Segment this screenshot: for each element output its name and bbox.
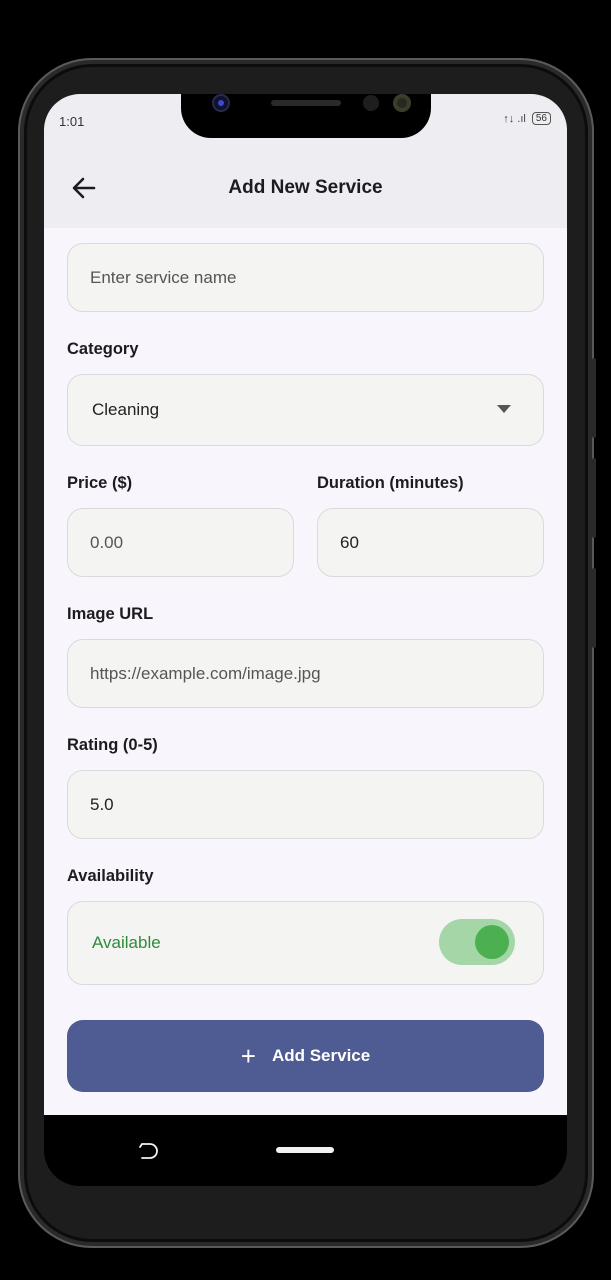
- rating-value: 5.0: [90, 794, 114, 814]
- image-url-input[interactable]: https://example.com/image.jpg: [67, 639, 544, 708]
- proximity-sensor: [363, 95, 379, 111]
- availability-status: Available: [92, 933, 161, 952]
- toggle-knob: [475, 925, 509, 959]
- signal-icon: ↑↓ .ıl: [503, 112, 526, 125]
- price-label: Price ($): [67, 474, 133, 492]
- home-pill[interactable]: [276, 1147, 334, 1153]
- power-button: [592, 568, 596, 648]
- category-label: Category: [67, 340, 139, 358]
- front-camera-icon: [214, 96, 228, 110]
- system-nav-bar: [44, 1115, 567, 1186]
- category-selected-value: Cleaning: [92, 400, 160, 419]
- rating-label: Rating (0-5): [67, 736, 158, 754]
- dropdown-arrow-icon: [497, 405, 511, 413]
- image-url-placeholder: https://example.com/image.jpg: [90, 663, 321, 683]
- status-time: 1:01: [59, 114, 85, 129]
- add-service-label: Add Service: [271, 1046, 371, 1065]
- add-service-button[interactable]: + Add Service: [67, 1020, 544, 1092]
- volume-up-button: [592, 358, 596, 438]
- availability-card: Available: [67, 901, 544, 985]
- page-title: Add New Service: [228, 177, 383, 198]
- display-notch: [181, 94, 431, 138]
- service-name-placeholder: Enter service name: [90, 267, 237, 287]
- earpiece-speaker: [271, 100, 341, 106]
- availability-toggle[interactable]: [439, 919, 515, 965]
- category-dropdown[interactable]: Cleaning: [67, 374, 544, 446]
- service-name-input[interactable]: Enter service name: [67, 243, 544, 312]
- image-url-label: Image URL: [67, 605, 154, 623]
- plus-icon: +: [240, 1041, 256, 1071]
- availability-label: Availability: [67, 867, 154, 885]
- battery-icon: 56: [531, 112, 551, 125]
- screen: 1:01 ↑↓ .ıl 56 Add New Service Enter ser…: [44, 94, 567, 1186]
- duration-input[interactable]: 60: [317, 508, 544, 577]
- app-bar: 1:01 ↑↓ .ıl 56 Add New Service: [44, 94, 567, 228]
- status-icons: ↑↓ .ıl 56: [503, 112, 551, 125]
- secondary-camera-icon: [393, 94, 411, 112]
- price-input[interactable]: 0.00: [67, 508, 294, 577]
- rating-input[interactable]: 5.0: [67, 770, 544, 839]
- system-back-icon[interactable]: [138, 1141, 158, 1161]
- duration-value: 60: [340, 532, 359, 552]
- volume-down-button: [592, 458, 596, 538]
- service-form: Enter service name Category Cleaning Pri…: [44, 228, 567, 1115]
- price-placeholder: 0.00: [90, 532, 124, 552]
- duration-label: Duration (minutes): [317, 474, 464, 492]
